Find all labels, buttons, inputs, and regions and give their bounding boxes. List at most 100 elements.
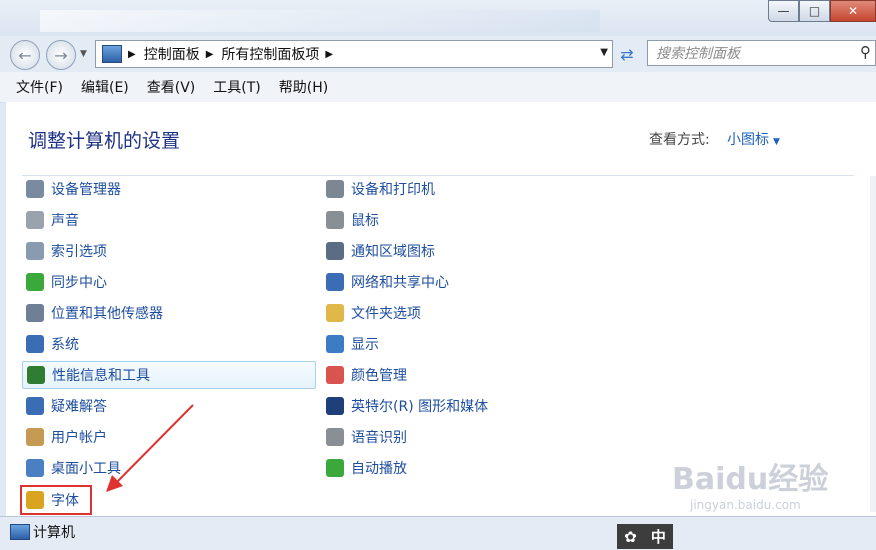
forward-button[interactable]: → — [46, 40, 76, 70]
window-controls: — □ ✕ — [768, 0, 876, 22]
breadcrumb-separator[interactable]: ▶ — [206, 49, 214, 60]
indexing-icon — [26, 242, 44, 260]
control-panel-icon — [102, 45, 122, 63]
breadcrumb-control-panel[interactable]: 控制面板 — [144, 44, 200, 64]
item-label: 自动播放 — [351, 461, 407, 477]
watermark-url: jingyan.baidu.com — [690, 498, 801, 512]
address-dropdown[interactable]: ▼ — [600, 47, 608, 58]
breadcrumb-separator[interactable]: ▶ — [325, 49, 333, 60]
address-bar[interactable]: ▶ 控制面板 ▶ 所有控制面板项 ▶ ▼ — [95, 40, 613, 68]
breadcrumb-all-items[interactable]: 所有控制面板项 — [221, 44, 319, 64]
folder-icon — [326, 304, 344, 322]
printer-icon — [326, 180, 344, 198]
item-label: 语音识别 — [351, 430, 407, 446]
maximize-button[interactable]: □ — [799, 0, 830, 22]
item-label: 通知区域图标 — [351, 244, 435, 260]
right-item[interactable]: 自动播放 — [322, 454, 622, 482]
right-item[interactable]: 颜色管理 — [322, 361, 622, 389]
display-icon — [326, 335, 344, 353]
color-management-icon — [326, 366, 344, 384]
title-bar: — □ ✕ — [0, 0, 876, 36]
left-item[interactable]: 同步中心 — [22, 268, 316, 296]
right-item[interactable]: 网络和共享中心 — [322, 268, 622, 296]
item-label: 字体 — [51, 493, 79, 509]
right-item[interactable]: 英特尔(R) 图形和媒体 — [322, 392, 622, 420]
refresh-icon: ⇄ — [620, 44, 634, 64]
paw-icon: ✿ — [624, 527, 637, 546]
recent-pages-dropdown[interactable]: ▼ — [80, 49, 87, 59]
left-item[interactable]: 位置和其他传感器 — [22, 299, 316, 327]
status-bar: 计算机 — [0, 516, 876, 550]
watermark: Baidu经验 jingyan.baidu.com — [672, 454, 828, 512]
intel-graphics-icon — [326, 397, 344, 415]
sync-center-icon — [26, 273, 44, 291]
ime-indicator[interactable]: ✿ 中 — [617, 524, 673, 549]
background-window-ghost — [40, 10, 600, 32]
left-item[interactable]: 设备管理器 — [22, 175, 316, 203]
menu-file[interactable]: 文件(F) — [16, 77, 63, 97]
menu-view[interactable]: 查看(V) — [147, 77, 196, 97]
back-button[interactable]: ← — [10, 40, 40, 70]
left-item[interactable]: 桌面小工具 — [22, 454, 316, 482]
menu-edit[interactable]: 编辑(E) — [81, 77, 129, 97]
left-item[interactable]: 系统 — [22, 330, 316, 358]
item-label: 鼠标 — [351, 213, 379, 229]
close-button[interactable]: ✕ — [830, 0, 876, 22]
status-text: 计算机 — [33, 525, 75, 541]
left-item[interactable]: 用户帐户 — [22, 423, 316, 451]
item-label: 设备和打印机 — [351, 182, 435, 198]
right-item[interactable]: 文件夹选项 — [322, 299, 622, 327]
left-item[interactable]: 疑难解答 — [22, 392, 316, 420]
microphone-icon — [326, 428, 344, 446]
item-label: 桌面小工具 — [51, 461, 121, 477]
right-item[interactable]: 通知区域图标 — [322, 237, 622, 265]
item-label: 英特尔(R) 图形和媒体 — [351, 399, 489, 415]
watermark-brand: Baidu经验 — [672, 462, 829, 497]
close-icon: ✕ — [847, 4, 859, 18]
mouse-icon — [326, 211, 344, 229]
minimize-icon: — — [777, 4, 790, 18]
ime-mode: 中 — [650, 528, 666, 546]
view-by-label: 查看方式: — [649, 132, 710, 148]
page-title: 调整计算机的设置 — [28, 130, 181, 152]
system-icon — [26, 335, 44, 353]
item-label: 位置和其他传感器 — [51, 306, 163, 322]
left-item[interactable]: 性能信息和工具 — [22, 361, 316, 389]
view-by-dropdown[interactable]: 小图标 ▼ — [727, 129, 780, 149]
left-item[interactable]: 索引选项 — [22, 237, 316, 265]
item-label: 文件夹选项 — [351, 306, 421, 322]
fonts-icon — [26, 491, 44, 509]
item-label: 设备管理器 — [51, 182, 121, 198]
right-item[interactable]: 鼠标 — [322, 206, 622, 234]
left-item[interactable]: 字体 — [20, 485, 92, 515]
right-item[interactable]: 显示 — [322, 330, 622, 358]
right-item[interactable]: 设备和打印机 — [322, 175, 622, 203]
item-label: 疑难解答 — [51, 399, 107, 415]
menu-help[interactable]: 帮助(H) — [279, 77, 328, 97]
view-by-value: 小图标 — [727, 132, 769, 148]
maximize-icon: □ — [808, 4, 821, 18]
left-item[interactable]: 声音 — [22, 206, 316, 234]
item-label: 索引选项 — [51, 244, 107, 260]
search-input[interactable]: 搜索控制面板 — [656, 43, 740, 63]
item-label: 网络和共享中心 — [351, 275, 449, 291]
search-box[interactable]: 搜索控制面板 ⚲ — [647, 40, 876, 66]
right-item[interactable]: 语音识别 — [322, 423, 622, 451]
item-label: 显示 — [351, 337, 379, 353]
item-label: 系统 — [51, 337, 79, 353]
item-label: 颜色管理 — [351, 368, 407, 384]
network-icon — [326, 273, 344, 291]
scrollbar[interactable] — [870, 176, 876, 512]
computer-icon — [10, 524, 30, 540]
search-icon[interactable]: ⚲ — [860, 43, 871, 61]
item-label: 同步中心 — [51, 275, 107, 291]
item-label: 声音 — [51, 213, 79, 229]
user-accounts-icon — [26, 428, 44, 446]
item-label: 用户帐户 — [51, 430, 107, 446]
notification-icon — [326, 242, 344, 260]
menu-bar: 文件(F) 编辑(E) 查看(V) 工具(T) 帮助(H) — [0, 72, 876, 103]
breadcrumb-separator[interactable]: ▶ — [128, 49, 136, 60]
minimize-button[interactable]: — — [768, 0, 799, 22]
refresh-button[interactable]: ⇄ — [614, 42, 640, 66]
menu-tools[interactable]: 工具(T) — [213, 77, 260, 97]
